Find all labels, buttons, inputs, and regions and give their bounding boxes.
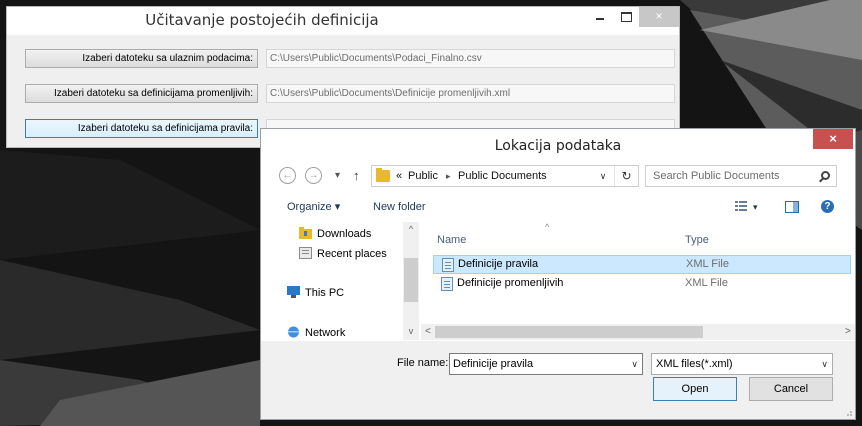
nav-item-this-pc[interactable]: This PC <box>287 286 344 300</box>
file-type: XML File <box>685 277 728 289</box>
resize-grip-icon[interactable] <box>843 407 853 417</box>
back-button[interactable]: ← <box>279 167 296 184</box>
file-type: XML File <box>686 258 729 270</box>
nav-item-label: Network <box>305 327 346 339</box>
refresh-icon: ↻ <box>621 169 632 183</box>
minimize-button[interactable] <box>587 7 613 27</box>
file-row-definicije-pravila[interactable]: Definicije pravila XML File <box>433 255 851 274</box>
up-arrow-icon: ↑ <box>353 168 360 183</box>
nav-item-label: Recent places <box>317 248 387 260</box>
back-arrow-icon: ← <box>282 170 293 181</box>
breadcrumb-public[interactable]: Public <box>408 166 438 186</box>
computer-icon <box>287 286 300 298</box>
new-folder-button[interactable]: New folder <box>373 193 426 221</box>
search-icon <box>821 171 830 180</box>
navigation-pane: Downloads Recent places This PC Network <box>261 222 421 340</box>
dialog-close-button[interactable]: × <box>813 129 853 149</box>
nav-item-label: Downloads <box>317 228 372 240</box>
variables-definitions-path-field[interactable]: C:\Users\Public\Documents\Definicije pro… <box>266 84 675 103</box>
file-name: Definicije promenljivih <box>457 277 564 289</box>
xml-file-icon <box>442 258 454 272</box>
file-list: Name ^ Type Definicije pravila XML File … <box>427 222 857 322</box>
close-icon: × <box>655 9 663 23</box>
organize-menu-button[interactable]: Organize ▾ <box>287 193 340 221</box>
network-icon <box>288 326 299 338</box>
file-type-select[interactable]: XML files(*.xml) ∨ <box>651 353 833 375</box>
main-close-button[interactable]: × <box>639 7 679 27</box>
navigation-pane-scrollbar[interactable]: ^ v <box>403 222 419 340</box>
view-options-icon[interactable] <box>735 201 747 211</box>
recent-places-icon <box>299 247 312 259</box>
file-name: Definicije pravila <box>458 258 539 270</box>
main-title-bar: Učitavanje postojećih definicija × <box>7 7 679 35</box>
chevron-down-icon[interactable]: ∨ <box>631 354 638 374</box>
file-name-value: Definicije pravila <box>453 358 534 370</box>
navigation-bar: ← → ▾ ↑ « Public ▸ Public Documents ∨ ↻ … <box>261 162 855 190</box>
nav-item-downloads[interactable]: Downloads <box>299 227 371 241</box>
sort-ascending-icon: ^ <box>545 222 550 232</box>
forward-arrow-icon: → <box>308 170 319 181</box>
horizontal-scroll-thumb[interactable] <box>435 326 703 338</box>
chevron-down-icon: ▾ <box>335 170 341 181</box>
breadcrumb-public-documents[interactable]: Public Documents <box>458 166 547 186</box>
file-open-dialog: Lokacija podataka × ← → ▾ ↑ « Public ▸ P… <box>260 128 856 420</box>
file-list-horizontal-scrollbar[interactable]: < > <box>421 324 855 340</box>
scroll-up-icon[interactable]: ^ <box>403 224 419 234</box>
folder-icon <box>376 168 390 182</box>
file-type-filter-value: XML files(*.xml) <box>656 358 733 370</box>
input-data-path-field[interactable]: C:\Users\Public\Documents\Podaci_Finalno… <box>266 49 675 68</box>
nav-item-network[interactable]: Network <box>287 326 345 340</box>
main-window-title: Učitavanje postojećih definicija <box>145 11 379 29</box>
column-header-name[interactable]: Name <box>437 234 466 246</box>
dialog-title: Lokacija podataka <box>494 138 622 154</box>
breadcrumb-separator-icon[interactable]: ▸ <box>446 166 451 186</box>
refresh-button[interactable]: ↻ <box>614 166 638 186</box>
forward-button[interactable]: → <box>305 167 322 184</box>
scroll-thumb[interactable] <box>404 258 418 302</box>
cancel-button[interactable]: Cancel <box>749 377 833 401</box>
chevron-down-icon: ∨ <box>821 359 828 369</box>
nav-item-recent-places[interactable]: Recent places <box>299 247 387 261</box>
preview-pane-icon[interactable] <box>785 201 799 213</box>
file-name-label: File name: <box>397 357 449 369</box>
search-placeholder: Search Public Documents <box>653 170 780 182</box>
address-history-dropdown[interactable]: ∨ <box>594 166 612 186</box>
recent-locations-button[interactable]: ▾ <box>335 167 340 184</box>
xml-file-icon <box>441 277 453 291</box>
scroll-down-icon[interactable]: v <box>403 326 419 336</box>
view-options-dropdown[interactable]: ▾ <box>753 193 758 221</box>
column-header-type[interactable]: Type <box>685 234 709 246</box>
select-variables-definitions-button[interactable]: Izaberi datoteku sa definicijama promenl… <box>25 84 258 103</box>
search-input[interactable]: Search Public Documents <box>645 165 837 187</box>
command-toolbar: Organize ▾ New folder ▾ ? <box>261 193 855 221</box>
up-button[interactable]: ↑ <box>353 167 360 184</box>
address-bar[interactable]: « Public ▸ Public Documents ∨ ↻ <box>371 165 639 187</box>
help-icon[interactable]: ? <box>821 200 834 213</box>
main-window: Učitavanje postojećih definicija × Izabe… <box>6 6 680 148</box>
select-input-data-button[interactable]: Izaberi datoteku sa ulaznim podacima: <box>25 49 258 68</box>
file-row-definicije-promenljivih[interactable]: Definicije promenljivih XML File <box>433 275 851 294</box>
file-name-input[interactable]: Definicije pravila ∨ <box>449 353 643 375</box>
scroll-left-icon[interactable]: < <box>425 324 431 340</box>
chevron-down-icon: ∨ <box>599 171 607 181</box>
downloads-folder-icon <box>299 227 312 239</box>
select-rules-definitions-button[interactable]: Izaberi datoteku sa definicijama pravila… <box>25 119 258 138</box>
maximize-button[interactable] <box>613 7 639 27</box>
close-icon: × <box>829 131 837 146</box>
dialog-footer: File name: Definicije pravila ∨ XML file… <box>261 341 855 419</box>
nav-item-label: This PC <box>305 287 345 299</box>
open-button[interactable]: Open <box>653 377 737 401</box>
breadcrumb-overflow[interactable]: « <box>396 166 402 186</box>
scroll-right-icon[interactable]: > <box>845 324 851 340</box>
